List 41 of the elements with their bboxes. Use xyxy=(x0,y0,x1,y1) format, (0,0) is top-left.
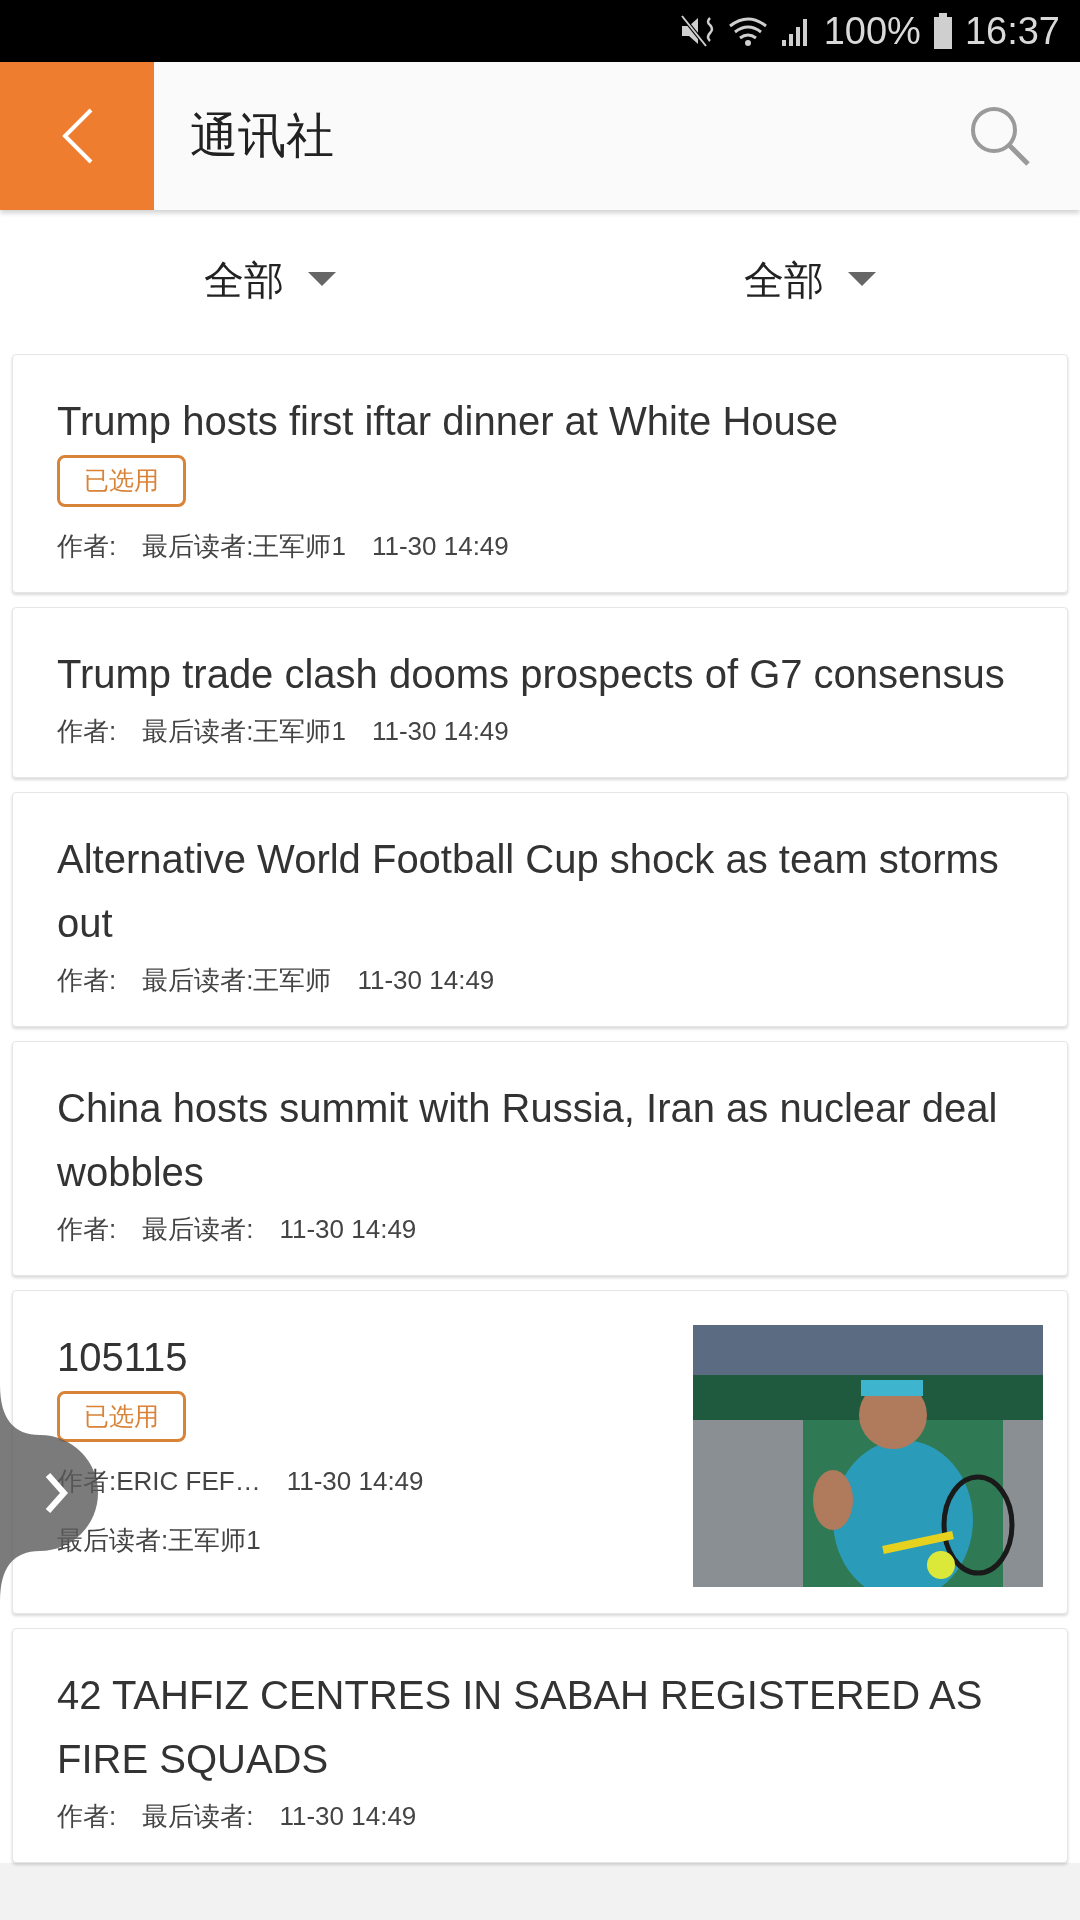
meta-text: 最后读者:王军师1 xyxy=(142,714,346,748)
article-card[interactable]: Trump hosts first iftar dinner at White House 已选用 作者: 最后读者:王军师1 11-30 14:49 xyxy=(12,354,1068,593)
article-title: Trump hosts first iftar dinner at White House xyxy=(57,398,839,445)
meta-text: 作者: xyxy=(57,1799,117,1833)
meta-text: 最后读者:王军师 xyxy=(142,963,332,997)
meta-text: 11-30 14:49 xyxy=(357,963,495,997)
article-card[interactable]: Alternative World Football Cup shock as team storms out 作者: 最后读者:王军师 11-30 14:49 xyxy=(12,791,1068,1027)
article-title: 42 TAHFIZ CENTRES IN SABAH REGISTERED AS FIRE SQUADS xyxy=(57,1671,984,1783)
mute-icon xyxy=(679,14,716,48)
meta-text: 11-30 14:49 xyxy=(286,1465,424,1498)
article-title: China hosts summit with Russia, Iran as nuclear deal wobbles xyxy=(57,1084,999,1196)
meta-text: 最后读者: xyxy=(142,1212,254,1246)
meta-text: 作者: xyxy=(57,1212,117,1246)
meta-text: 最后读者: xyxy=(142,1799,254,1833)
meta-text: 11-30 14:49 xyxy=(279,1212,417,1246)
article-title: Trump trade clash dooms prospects of G7 consensus xyxy=(57,650,1006,698)
status-badge: 已选用 xyxy=(57,455,186,507)
caret-icon xyxy=(308,272,336,288)
meta-text: 11-30 14:49 xyxy=(371,714,509,748)
filter-dropdown[interactable]: 全部 xyxy=(0,210,540,350)
caret-icon xyxy=(848,272,876,288)
battery-percent: 100% xyxy=(823,12,921,50)
page-title: 通讯社 xyxy=(190,108,335,164)
filter-dropdown[interactable]: 全部 xyxy=(540,210,1080,350)
meta-text: 11-30 14:49 xyxy=(279,1799,417,1833)
meta-text: 作者: xyxy=(57,714,117,748)
meta-text: 作者: xyxy=(57,963,117,997)
wifi-icon xyxy=(727,14,768,48)
article-title: Alternative World Football Cup shock as team storms out xyxy=(57,835,1000,947)
status-badge: 已选用 xyxy=(57,1390,186,1442)
search-button[interactable] xyxy=(968,104,1032,168)
article-card[interactable]: China hosts summit with Russia, Iran as nuclear deal wobbles 作者: 最后读者: 11-30 14:49 xyxy=(12,1040,1068,1276)
meta-text: 最后读者:王军师1 xyxy=(142,529,346,563)
article-card[interactable]: 42 TAHFIZ CENTRES IN SABAH REGISTERED AS FIRE SQUADS 作者: 最后读者: 11-30 14:49 xyxy=(12,1627,1068,1863)
battery-icon xyxy=(932,13,953,49)
meta-text: 11-30 14:49 xyxy=(371,529,509,563)
clock: 16:37 xyxy=(964,12,1060,50)
article-card[interactable]: Trump trade clash dooms prospects of G7 consensus 作者: 最后读者:王军师1 11-30 14:49 xyxy=(12,606,1068,778)
article-title: 105115 xyxy=(57,1333,189,1381)
search-icon xyxy=(968,104,1032,168)
meta-text: 作者: xyxy=(57,529,117,563)
